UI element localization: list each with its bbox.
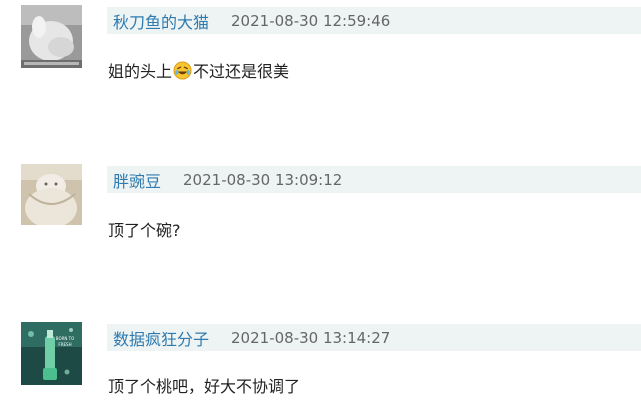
thumbs-up-hand-avatar-image	[21, 5, 82, 68]
comment-text: 姐的头上 不过还是很美	[108, 58, 289, 82]
comment-timestamp: 2021-08-30 13:09:12	[183, 170, 343, 189]
rofl-emoji-icon	[173, 60, 192, 80]
username-link[interactable]: 数据疯狂分子	[107, 326, 231, 350]
avatar[interactable]	[21, 5, 82, 68]
username-link[interactable]: 胖豌豆	[107, 168, 183, 192]
comment-list: 秋刀鱼的大猫 2021-08-30 12:59:46 姐的头上 不过还是很美 胖…	[0, 0, 641, 412]
username-link[interactable]: 秋刀鱼的大猫	[107, 9, 231, 33]
avatar[interactable]	[21, 164, 82, 225]
comment-text-part: 姐的头上	[108, 62, 173, 81]
comment-header: 秋刀鱼的大猫 2021-08-30 12:59:46	[107, 7, 641, 34]
avatar-text-fresh: FRESH	[58, 342, 71, 347]
avatar-text-born: BORN TO	[56, 336, 74, 341]
comment-text: 顶了个桃吧，好大不协调了	[108, 373, 300, 397]
comment-text: 顶了个碗?	[108, 217, 181, 241]
comment-timestamp: 2021-08-30 13:14:27	[231, 328, 391, 347]
comment-text-part: 顶了个碗?	[108, 221, 181, 240]
comment-timestamp: 2021-08-30 12:59:46	[231, 11, 391, 30]
cat-in-blanket-avatar-image	[21, 164, 82, 225]
avatar[interactable]: BORN TO FRESH	[21, 322, 82, 385]
comment-header: 胖豌豆 2021-08-30 13:09:12	[107, 166, 641, 193]
comment-header: 数据疯狂分子 2021-08-30 13:14:27	[107, 324, 641, 351]
comment-text-part: 顶了个桃吧，好大不协调了	[108, 377, 301, 396]
born-to-fresh-bottle-avatar-image: BORN TO FRESH	[21, 322, 82, 385]
comment-text-part: 不过还是很美	[193, 62, 290, 81]
